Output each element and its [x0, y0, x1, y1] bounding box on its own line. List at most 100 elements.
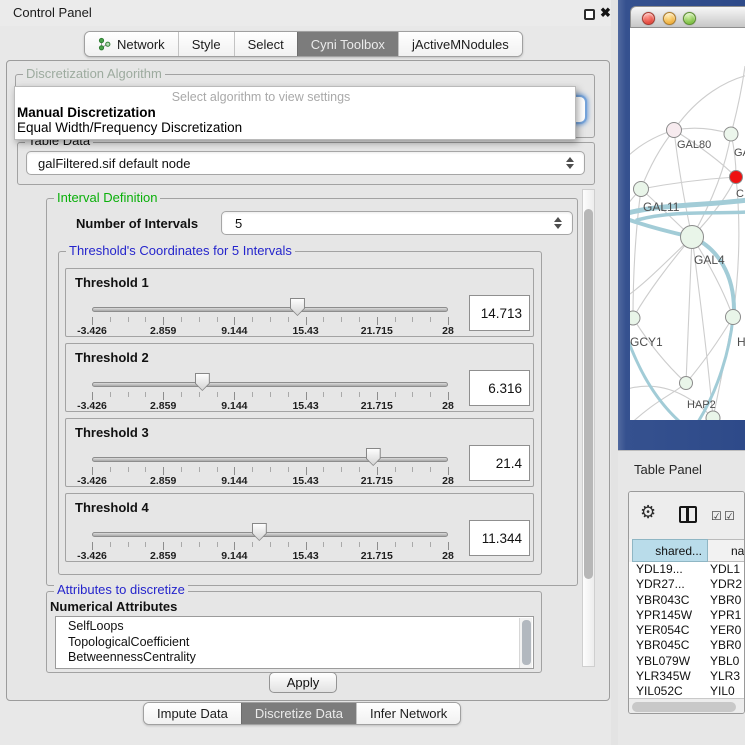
attribute-item-topologicalcoefficient[interactable]: TopologicalCoefficient — [56, 635, 533, 651]
tick-mark — [110, 392, 111, 397]
network-gcy1-node[interactable] — [630, 311, 640, 325]
tab-discretize-data[interactable]: Discretize Data — [241, 703, 356, 724]
network-gal80-node[interactable] — [667, 123, 682, 138]
table-row[interactable]: YER054CYER0 — [629, 623, 745, 638]
tick-mark — [341, 467, 342, 472]
slider-track[interactable] — [92, 382, 448, 387]
zoom-traffic-light-icon[interactable] — [683, 12, 696, 25]
algorithm-hint-item[interactable]: Select algorithm to view settings — [15, 89, 507, 105]
slider-handle[interactable] — [195, 373, 210, 391]
tick-mark — [252, 317, 253, 322]
table-row[interactable]: YPR145WYPR1 — [629, 608, 745, 623]
close-traffic-light-icon[interactable] — [642, 12, 655, 25]
list-scrollbar-thumb[interactable] — [522, 620, 531, 665]
tick-mark — [145, 317, 146, 322]
tick-mark — [110, 467, 111, 472]
tab-network[interactable]: Network — [85, 32, 178, 56]
table-data-combobox[interactable]: galFiltered.sif default node — [26, 151, 585, 175]
threshold-panel-1: Threshold 1-3.4262.8599.14415.4321.71528… — [65, 268, 534, 337]
network-red-node[interactable] — [730, 171, 743, 184]
tick-mark — [288, 392, 289, 397]
tick-mark — [181, 467, 182, 472]
tick-mark — [323, 392, 324, 397]
table-row[interactable]: YBR045CYBR0 — [629, 638, 745, 653]
panel-divider[interactable] — [611, 0, 618, 745]
network-graph: GAL80GACGAL11GAL4GCY1HHAP2 — [630, 28, 745, 420]
tick-mark — [110, 542, 111, 547]
threshold-value-field[interactable]: 21.4 — [469, 445, 530, 481]
minimize-traffic-light-icon[interactable] — [663, 12, 676, 25]
tick-mark — [359, 317, 360, 322]
slider-track[interactable] — [92, 307, 448, 312]
tick-mark — [323, 467, 324, 472]
tab-impute-data[interactable]: Impute Data — [144, 703, 241, 724]
threshold-value-field[interactable]: 11.344 — [469, 520, 530, 556]
gear-icon[interactable]: ⚙ — [640, 503, 656, 521]
tick-mark — [270, 317, 271, 322]
attribute-item-betweennesscentrality[interactable]: BetweennessCentrality — [56, 650, 533, 666]
table-hscrollbar[interactable] — [629, 698, 744, 714]
tick-label: 28 — [442, 325, 454, 337]
attribute-item-selfloops[interactable]: SelfLoops — [56, 619, 533, 635]
tab-select[interactable]: Select — [234, 32, 297, 56]
network-window-titlebar[interactable] — [630, 6, 745, 28]
tick-mark — [252, 542, 253, 547]
tick-mark — [341, 542, 342, 547]
slider-handle[interactable] — [252, 523, 267, 541]
tick-mark — [377, 317, 378, 325]
number-of-intervals-spinner[interactable]: 5 — [221, 211, 573, 235]
tick-mark — [306, 542, 307, 550]
network-partial-node[interactable] — [706, 411, 720, 420]
table-row[interactable]: YDL19...YDL1 — [629, 562, 745, 577]
tick-label: -3.426 — [77, 400, 107, 412]
column-layout-icon[interactable] — [679, 506, 697, 523]
tab-cyni-toolbox[interactable]: Cyni Toolbox — [297, 32, 398, 56]
list-scrollbar[interactable] — [519, 618, 532, 669]
interval-definition-title: Interval Definition — [54, 191, 160, 205]
slider-track[interactable] — [92, 457, 448, 462]
slider-handle[interactable] — [290, 298, 305, 316]
control-panel-titlebar: Control Panel ✖ — [0, 0, 618, 26]
table-row[interactable]: YDR27...YDR2 — [629, 577, 745, 592]
apply-button[interactable]: Apply — [269, 672, 337, 693]
column-header-name[interactable]: na — [708, 539, 745, 562]
tab-style[interactable]: Style — [178, 32, 234, 56]
table-row[interactable]: YLR345WYLR3 — [629, 669, 745, 684]
network-canvas[interactable]: GAL80GACGAL11GAL4GCY1HHAP2 — [630, 28, 745, 420]
tick-mark — [341, 317, 342, 322]
network-green-node-ne[interactable] — [724, 127, 738, 141]
column-header-shared[interactable]: shared... — [632, 539, 708, 562]
panel-scrollbar[interactable] — [582, 189, 595, 667]
slider-track[interactable] — [92, 532, 448, 537]
algorithm-item-equal-width[interactable]: Equal Width/Frequency Discretization — [15, 120, 575, 135]
algorithm-item-manual[interactable]: Manual Discretization — [15, 105, 575, 120]
float-window-icon[interactable] — [584, 9, 595, 20]
network-hap2-node[interactable] — [680, 377, 693, 390]
network-gal11-node[interactable] — [634, 182, 649, 197]
cell-name: YLR3 — [706, 669, 740, 684]
close-icon[interactable]: ✖ — [600, 5, 611, 21]
tab-jactivemnodules[interactable]: jActiveMNodules — [398, 32, 522, 56]
tick-mark — [181, 542, 182, 547]
threshold-value-field[interactable]: 6.316 — [469, 370, 530, 406]
cell-name: YDL1 — [706, 562, 740, 577]
panel-scrollbar-thumb[interactable] — [584, 209, 593, 579]
network-h-node[interactable] — [726, 310, 741, 325]
slider-handle[interactable] — [366, 448, 381, 466]
spinner-arrows-icon[interactable] — [565, 157, 575, 169]
threshold-panel-4: Threshold 4-3.4262.8599.14415.4321.71528… — [65, 493, 534, 562]
slider-handle-face — [367, 449, 380, 465]
checkbox-icon[interactable]: ☑ — [724, 509, 735, 523]
table-hscrollbar-thumb[interactable] — [632, 702, 736, 712]
tick-mark — [163, 542, 164, 550]
tab-infer-network[interactable]: Infer Network — [356, 703, 460, 724]
tick-mark — [163, 467, 164, 475]
table-row[interactable]: YBR043CYBR0 — [629, 593, 745, 608]
checkbox-icon[interactable]: ☑ — [711, 509, 722, 523]
network-gal4-node[interactable] — [681, 226, 704, 249]
threshold-value-field[interactable]: 14.713 — [469, 295, 530, 331]
table-row[interactable]: YBL079WYBL0 — [629, 654, 745, 669]
spinner-arrows-icon[interactable] — [553, 217, 563, 229]
numerical-attributes-list[interactable]: SelfLoopsTopologicalCoefficientBetweenne… — [55, 616, 534, 669]
network-edge — [633, 237, 692, 318]
